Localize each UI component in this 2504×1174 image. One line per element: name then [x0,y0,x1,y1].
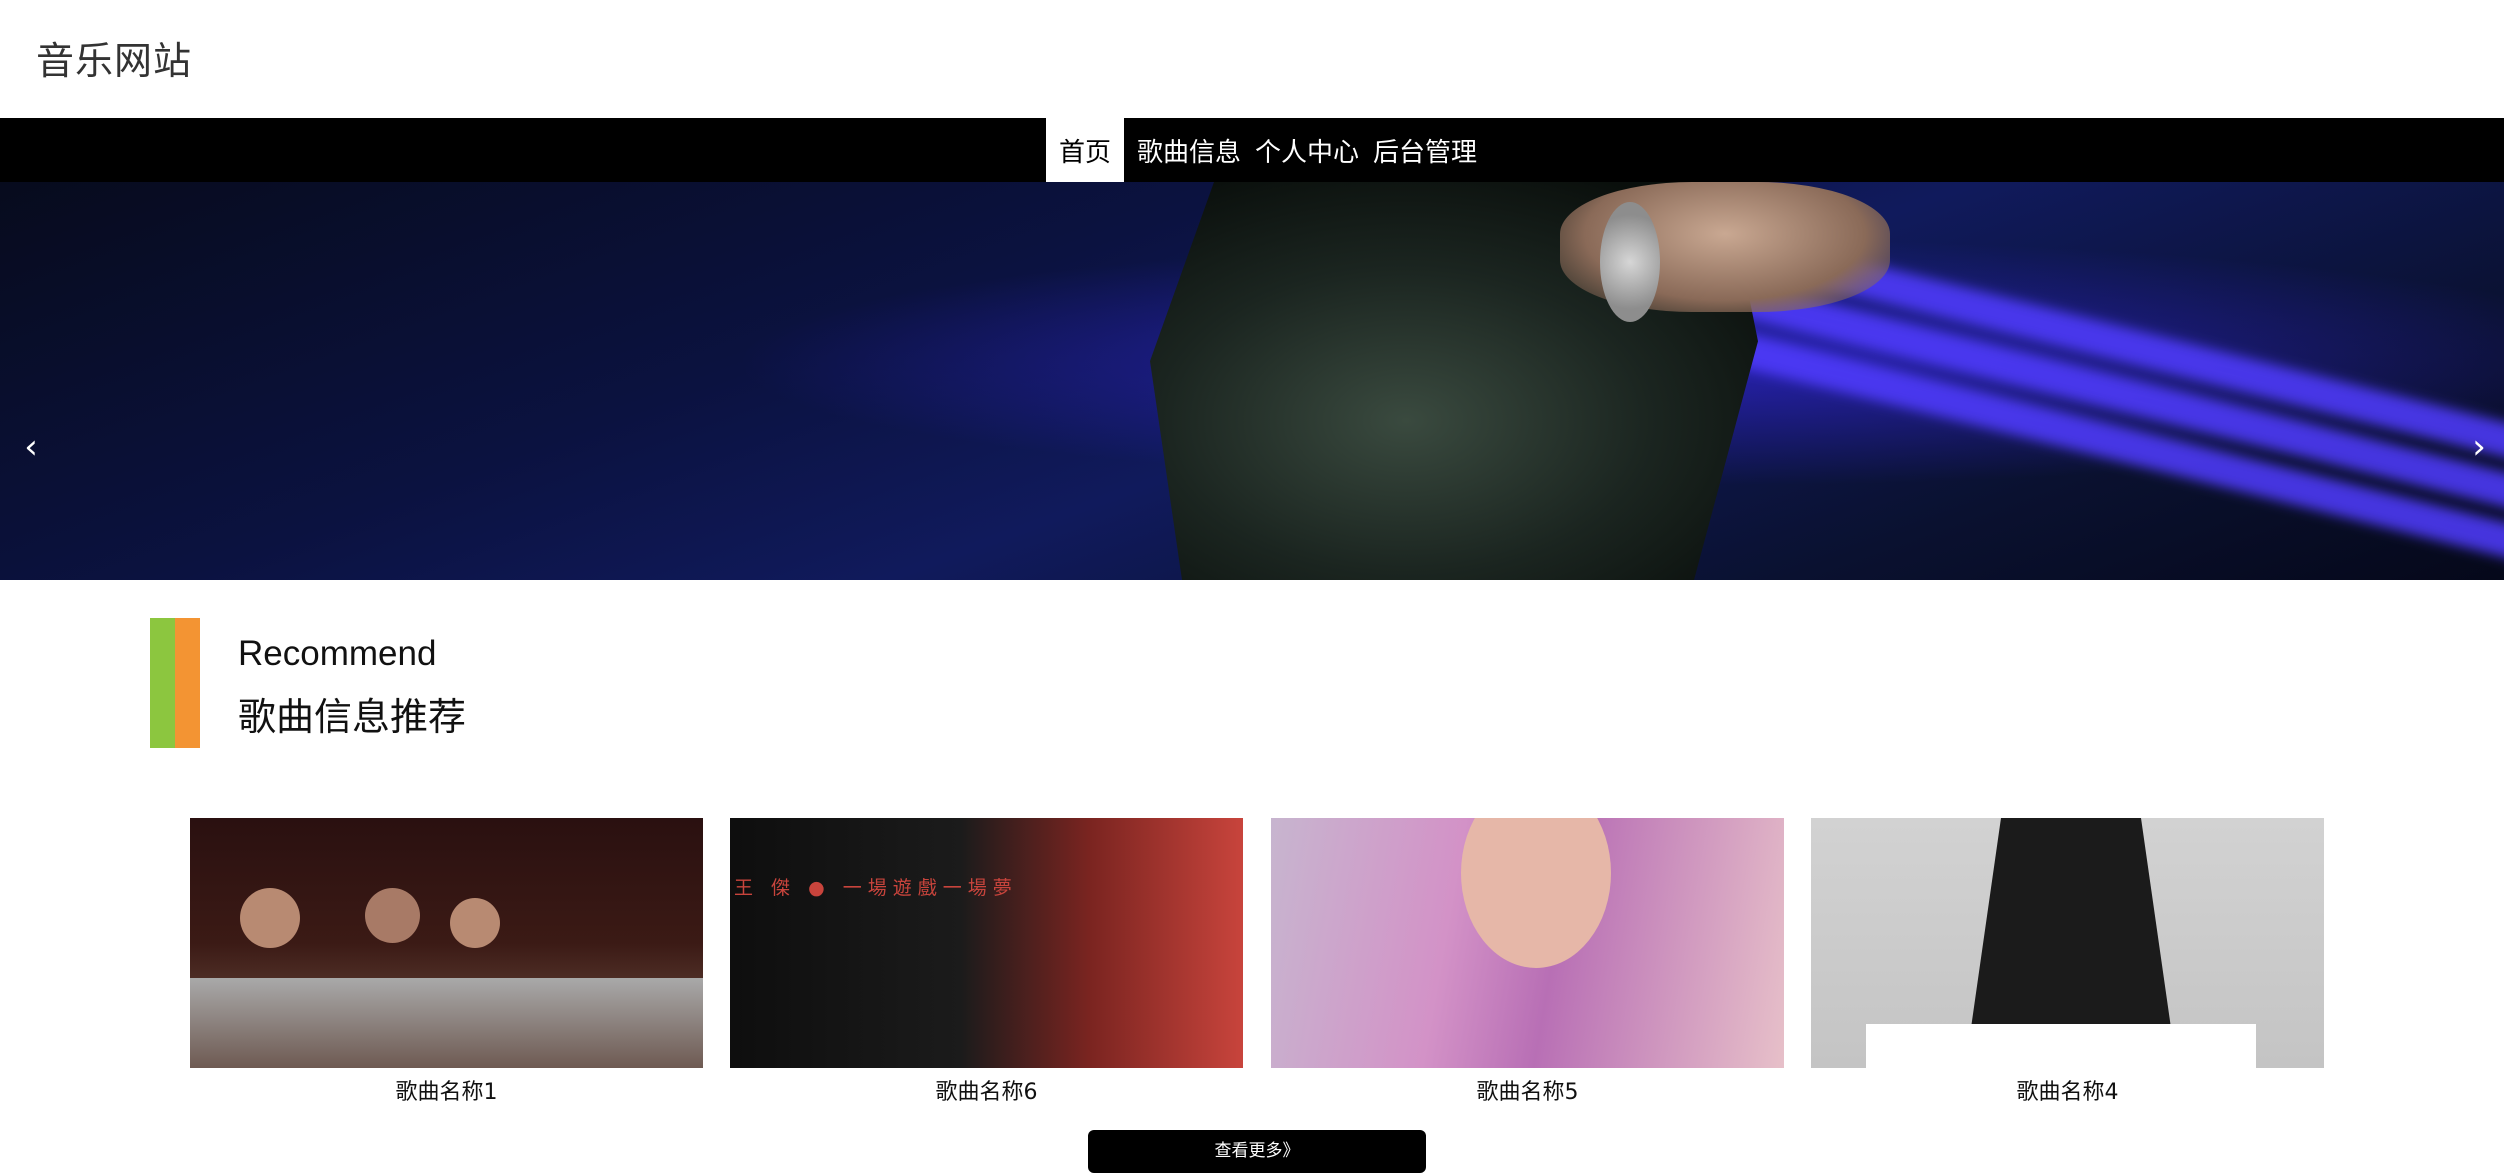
figure [450,898,500,948]
song-card-list: 歌曲名称1 王 傑 ● 一場遊戲一場夢 歌曲名称6 歌曲名称5 歌曲名称4 [190,818,2324,1118]
accent-bar-orange [175,618,200,748]
song-card[interactable]: 歌曲名称4 [1811,818,2324,1108]
site-title[interactable]: 音乐网站 [36,30,192,85]
figure [365,888,420,943]
song-cover-image[interactable]: 王 傑 ● 一場遊戲一場夢 [730,818,1243,1068]
song-card[interactable]: 王 傑 ● 一場遊戲一場夢 歌曲名称6 [730,818,1243,1108]
song-cover-image[interactable] [190,818,703,1068]
nav-item-profile[interactable]: 个人中心 [1248,118,1366,182]
song-cover-image[interactable] [1271,818,1784,1068]
recommend-section-header: Recommend 歌曲信息推荐 [150,618,750,748]
recommend-title-cn: 歌曲信息推荐 [238,695,467,739]
main-nav: 首页 歌曲信息 个人中心 后台管理 [0,118,2504,182]
carousel-prev-icon[interactable]: ‹ [16,422,46,472]
recommend-title-en: Recommend [238,634,437,673]
figure [240,888,300,948]
cover-label [1866,1024,2256,1068]
site-header: 音乐网站 [0,0,2504,118]
song-cover-image[interactable] [1811,818,2324,1068]
song-title[interactable]: 歌曲名称1 [190,1074,703,1106]
cover-text: 王 傑 ● 一場遊戲一場夢 [734,877,1018,899]
nav-item-songs[interactable]: 歌曲信息 [1130,118,1248,182]
accent-bar-green [150,618,177,748]
view-more-button[interactable]: 查看更多》 [1088,1130,1426,1173]
figure [1461,818,1611,968]
drums [190,978,703,1068]
song-card[interactable]: 歌曲名称5 [1271,818,1784,1108]
figure [1971,818,2171,1028]
carousel-next-icon[interactable]: › [2464,422,2494,472]
banner-carousel[interactable]: ‹ › [0,182,2504,580]
song-title[interactable]: 歌曲名称4 [1811,1074,2324,1106]
microphone [1600,202,1660,322]
song-card[interactable]: 歌曲名称1 [190,818,703,1108]
nav-item-home[interactable]: 首页 [1046,118,1124,182]
song-title[interactable]: 歌曲名称5 [1271,1074,1784,1106]
nav-items: 首页 歌曲信息 个人中心 后台管理 [1046,118,1484,182]
nav-item-admin[interactable]: 后台管理 [1366,118,1484,182]
song-title[interactable]: 歌曲名称6 [730,1074,1243,1106]
